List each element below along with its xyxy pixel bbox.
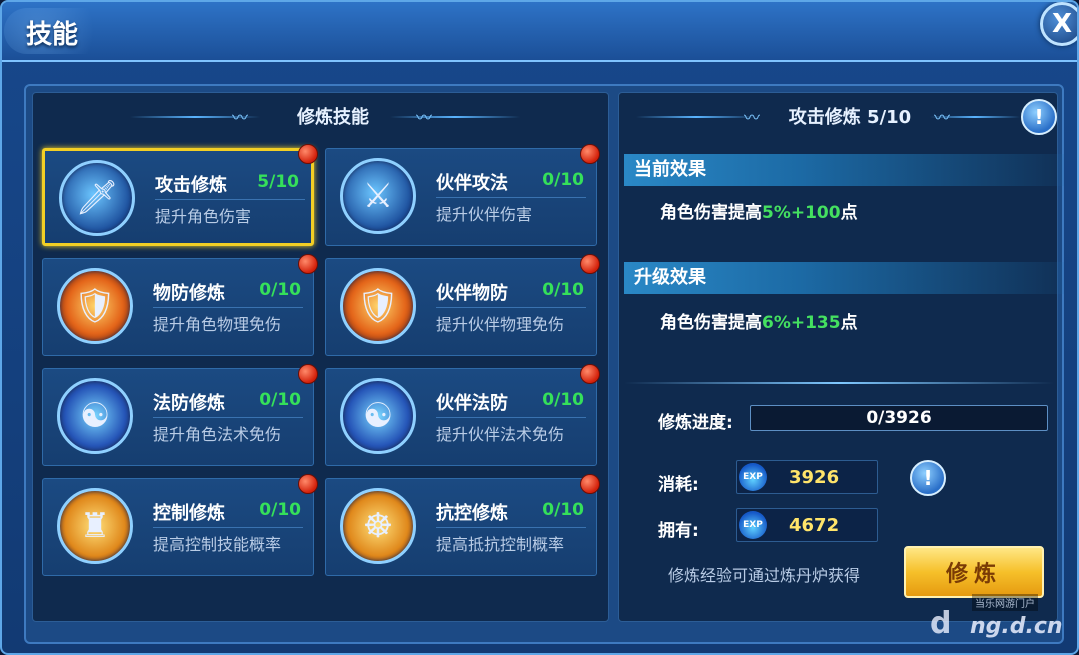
cost-label: 消耗: <box>658 475 699 495</box>
watermark-tagline: 当乐网游门户 <box>972 594 1038 611</box>
window-title: 技能 <box>26 20 79 50</box>
notification-dot <box>298 364 318 384</box>
card-divider <box>436 527 586 528</box>
skill-level: 0/10 <box>542 500 584 520</box>
train-button[interactable]: 修炼 <box>904 546 1044 598</box>
skill-name: 法防修炼 <box>153 393 225 414</box>
info-icon[interactable]: ! <box>910 460 946 496</box>
progress-label: 修炼进度: <box>658 413 733 433</box>
skill-name: 伙伴法防 <box>436 393 508 414</box>
notification-dot <box>298 474 318 494</box>
skill-level: 0/10 <box>259 500 301 520</box>
card-divider <box>436 307 586 308</box>
skill-desc: 提升角色法术免伤 <box>153 425 282 444</box>
skill-desc: 提高控制技能概率 <box>153 535 282 554</box>
swirl-ornament-icon: 〰 <box>415 108 432 127</box>
exp-icon: EXP <box>739 463 767 491</box>
card-divider <box>436 417 586 418</box>
skill-card-physical-defense[interactable]: 🛡 物防修炼 0/10 提升角色物理免伤 <box>42 258 314 356</box>
skill-name: 伙伴物防 <box>436 283 508 304</box>
skill-name: 伙伴攻法 <box>436 173 508 194</box>
skill-name: 控制修炼 <box>153 503 225 524</box>
training-progress-bar: 0/3926 <box>750 405 1048 431</box>
skill-desc: 提升伙伴物理免伤 <box>436 315 565 334</box>
cost-value: 3926 <box>789 467 840 488</box>
swirl-ornament-icon: 〰 <box>743 108 760 127</box>
notification-dot <box>580 364 600 384</box>
watermark-logo: d <box>930 606 952 641</box>
upgrade-effect-text: 角色伤害提高6%+135点 <box>660 313 858 333</box>
skill-name: 物防修炼 <box>153 283 225 304</box>
yin-yang-group-icon: ☯ <box>340 378 416 454</box>
card-divider <box>436 197 586 198</box>
skill-card-partner-magic-defense[interactable]: ☯ 伙伴法防 0/10 提升伙伴法术免伤 <box>325 368 597 466</box>
skill-card-control[interactable]: ♜ 控制修炼 0/10 提高控制技能概率 <box>42 478 314 576</box>
armor-pair-icon: 🛡 <box>340 268 416 344</box>
skill-card-attack[interactable]: 🗡 攻击修炼 5/10 提升角色伤害 <box>42 148 314 246</box>
owned-label: 拥有: <box>658 521 699 541</box>
skill-level: 0/10 <box>259 390 301 410</box>
training-skills-title: 修炼技能 <box>297 107 369 128</box>
skill-desc: 提高抵抗控制概率 <box>436 535 565 554</box>
meditation-icon: ☸ <box>340 488 416 564</box>
skill-desc: 提升伙伴伤害 <box>436 205 533 224</box>
owned-box: EXP 4672 <box>736 508 878 542</box>
armor-icon: 🛡 <box>57 268 133 344</box>
progress-text: 0/3926 <box>866 408 932 428</box>
skill-level: 0/10 <box>542 390 584 410</box>
notification-dot <box>298 144 318 164</box>
skill-card-partner-physical-defense[interactable]: 🛡 伙伴物防 0/10 提升伙伴物理免伤 <box>325 258 597 356</box>
skill-name: 攻击修炼 <box>155 175 227 196</box>
skill-name: 抗控修炼 <box>436 503 508 524</box>
current-effect-text: 角色伤害提高5%+100点 <box>660 203 858 223</box>
notification-dot <box>580 254 600 274</box>
close-button[interactable]: X <box>1040 2 1077 46</box>
notification-dot <box>298 254 318 274</box>
upgrade-effect-header: 升级效果 <box>624 262 1064 294</box>
exp-icon: EXP <box>739 511 767 539</box>
skill-level: 5/10 <box>257 172 299 192</box>
totem-icon: ♜ <box>57 488 133 564</box>
skill-desc: 提升伙伴法术免伤 <box>436 425 565 444</box>
skill-desc: 提升角色物理免伤 <box>153 315 282 334</box>
title-bar: 技能 <box>2 2 1077 62</box>
skill-card-magic-defense[interactable]: ☯ 法防修炼 0/10 提升角色法术免伤 <box>42 368 314 466</box>
cost-box: EXP 3926 <box>736 460 878 494</box>
hint-text: 修炼经验可通过炼丹炉获得 <box>668 566 861 585</box>
skill-card-anti-control[interactable]: ☸ 抗控修炼 0/10 提高抵抗控制概率 <box>325 478 597 576</box>
notification-dot <box>580 474 600 494</box>
sword-icon: 🗡 <box>59 160 135 236</box>
watermark: 当乐网游门户 d ng.d.cn <box>930 592 1078 652</box>
skill-level: 0/10 <box>542 170 584 190</box>
skill-level: 0/10 <box>259 280 301 300</box>
section-divider <box>624 382 1054 384</box>
yin-yang-figure-icon: ☯ <box>57 378 133 454</box>
card-divider <box>153 307 303 308</box>
swords-icon: ⚔ <box>340 158 416 234</box>
current-effect-header: 当前效果 <box>624 154 1064 186</box>
card-divider <box>153 417 303 418</box>
info-icon[interactable]: ! <box>1021 99 1057 135</box>
skill-card-partner-attack[interactable]: ⚔ 伙伴攻法 0/10 提升伙伴伤害 <box>325 148 597 246</box>
swirl-ornament-icon: 〰 <box>231 108 248 127</box>
detail-title: 攻击修炼 5/10 <box>788 107 912 128</box>
card-divider <box>153 527 303 528</box>
skill-desc: 提升角色伤害 <box>155 207 252 226</box>
watermark-domain: ng.d.cn <box>970 614 1063 639</box>
skill-level: 0/10 <box>542 280 584 300</box>
notification-dot <box>580 144 600 164</box>
card-divider <box>155 199 305 200</box>
owned-value: 4672 <box>789 515 840 536</box>
